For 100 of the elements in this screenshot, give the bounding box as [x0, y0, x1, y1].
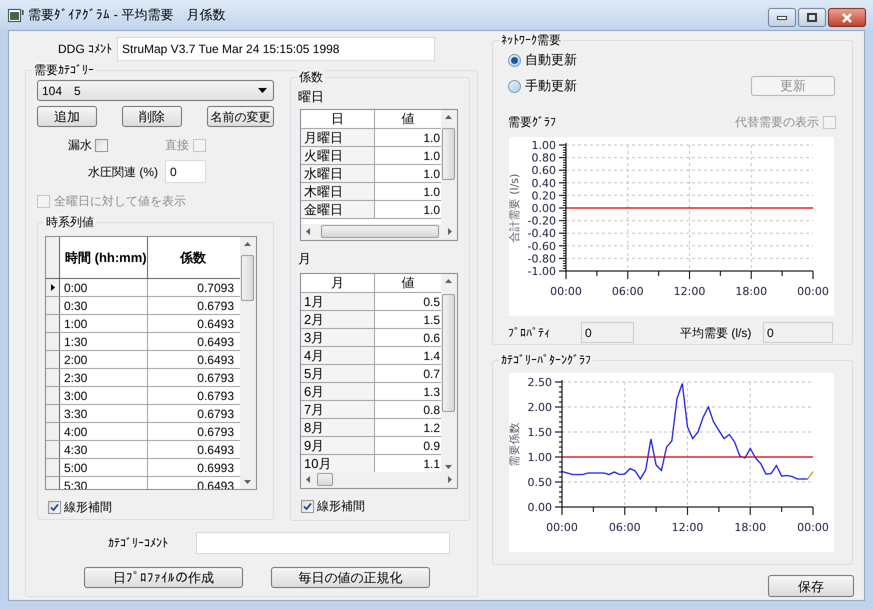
tick-label: 2.00 — [528, 401, 552, 414]
field-label: DDG ｺﾒﾝﾄ — [57, 41, 113, 58]
action-button[interactable]: 毎日の値の正規化 — [271, 567, 430, 588]
checkbox[interactable] — [48, 500, 61, 514]
table-cell: 1:00 — [60, 315, 148, 332]
radio-label: 手動更新 — [525, 77, 577, 96]
table-cell-text: 0.6493 — [196, 316, 235, 332]
section-label: 曜日 — [298, 90, 325, 104]
scroll-up-icon[interactable] — [445, 279, 452, 283]
table-cell: 3:00 — [60, 387, 148, 404]
table-cell-text: 1.3 — [422, 384, 441, 400]
table-cell-text: 0.7093 — [196, 280, 235, 296]
table-cell-text: 0.6793 — [196, 424, 235, 440]
tick-label: 0.00 — [532, 202, 556, 215]
scroll-up-icon[interactable] — [244, 242, 251, 246]
pressure-field[interactable]: 0 — [165, 160, 206, 183]
action-button[interactable]: 日ﾌﾟﾛﾌｧｲﾙの作成 — [84, 567, 243, 588]
scroll-left-icon[interactable] — [306, 476, 310, 483]
table-cell: 4:30 — [60, 441, 148, 458]
horizontal-scrollbar[interactable] — [301, 224, 457, 240]
table-cell: 5月 — [301, 365, 375, 382]
vertical-scrollbar[interactable] — [441, 274, 457, 472]
row-header[interactable] — [46, 279, 60, 296]
checkbox-label: 代替需要の表示 — [735, 115, 819, 129]
tick-label: 00:00 — [797, 285, 829, 298]
tick-label: 00:00 — [797, 521, 829, 534]
table-cell: 9月 — [301, 437, 375, 454]
scroll-left-icon[interactable] — [306, 228, 310, 235]
table-cell: 4月 — [301, 347, 375, 364]
table-cell-text: 1.0 — [422, 148, 441, 164]
table-cell: 5:00 — [60, 459, 148, 476]
checkbox[interactable] — [301, 500, 314, 512]
radio-button[interactable] — [508, 54, 521, 66]
scroll-up-icon[interactable] — [445, 115, 452, 119]
table-cell-text: 1.5 — [422, 312, 441, 328]
category-button[interactable]: 名前の変更 — [207, 106, 274, 127]
minimize-button[interactable] — [768, 8, 796, 27]
table-cell: 3月 — [301, 329, 375, 346]
category-comment-field[interactable] — [196, 532, 450, 554]
tick-label: -0.80 — [528, 252, 556, 266]
axis-title: 需要係数 — [509, 422, 521, 466]
category-button[interactable]: 削除 — [122, 106, 182, 127]
scroll-right-icon[interactable] — [448, 476, 452, 483]
table-cell-text: 0.6793 — [196, 406, 235, 422]
table-cell-text: 0.6793 — [196, 388, 235, 404]
column-header[interactable]: 係数 — [148, 237, 238, 278]
comment-field[interactable]: StruMap V3.7 Tue Mar 24 15:15:05 1998 — [117, 37, 435, 61]
horizontal-scrollbar[interactable] — [301, 472, 457, 488]
scroll-down-icon[interactable] — [445, 465, 452, 469]
radio-button[interactable] — [508, 80, 521, 92]
scroll-thumb[interactable] — [442, 128, 455, 180]
group-title: ﾈｯﾄﾜｰｸ需要 — [499, 33, 563, 47]
table-cell-text: 1.0 — [422, 130, 441, 146]
close-button[interactable] — [828, 8, 866, 27]
maximize-button[interactable] — [798, 8, 826, 27]
scroll-thumb[interactable] — [321, 225, 439, 238]
average-field[interactable]: 0 — [763, 322, 833, 343]
app-icon — [8, 8, 24, 22]
table-cell: 2:00 — [60, 351, 148, 368]
scroll-down-icon[interactable] — [244, 480, 251, 484]
dropdown[interactable]: 104 5 — [37, 80, 274, 101]
scroll-thumb[interactable] — [317, 473, 333, 486]
field-label: 平均需要 (l/s) — [680, 324, 752, 342]
tick-label: 0.50 — [528, 476, 552, 489]
category-button[interactable]: 追加 — [37, 106, 97, 127]
scroll-right-icon[interactable] — [448, 228, 452, 235]
table-cell: 月曜日 — [301, 129, 375, 146]
field-label: ﾌﾟﾛﾊﾟﾃｨ — [508, 324, 551, 342]
table-cell: 火曜日 — [301, 147, 375, 164]
column-header[interactable]: 日 — [301, 110, 375, 128]
table-cell-text: 0.7 — [422, 366, 441, 382]
column-header[interactable]: 時間 (hh:mm) — [60, 237, 148, 278]
scroll-thumb[interactable] — [241, 255, 254, 301]
property-field[interactable]: 0 — [581, 322, 634, 343]
tick-label: -0.40 — [528, 227, 556, 240]
table-cell: 4:00 — [60, 423, 148, 440]
tick-label: 1.00 — [528, 451, 552, 464]
table-cell-text: 1.1 — [422, 456, 441, 472]
tick-label: 1.00 — [532, 139, 556, 152]
checkbox-label: 直接 — [165, 138, 189, 152]
radio-label: 自動更新 — [525, 51, 577, 70]
table-cell-text: 1.0 — [422, 166, 441, 182]
tick-label: 00:00 — [550, 285, 582, 298]
table-cell: 木曜日 — [301, 183, 375, 200]
table-cell-text: 0.6793 — [196, 370, 235, 386]
column-header[interactable]: 値 — [375, 274, 441, 292]
tick-label: 12:00 — [672, 521, 704, 534]
checkbox[interactable] — [95, 138, 108, 152]
table-cell: 8月 — [301, 419, 375, 436]
tick-label: 00:00 — [546, 521, 578, 534]
save-button[interactable]: 保存 — [768, 575, 854, 597]
tick-label: -1.00 — [528, 265, 556, 278]
column-header[interactable]: 値 — [375, 110, 441, 128]
window-title: 需要ﾀﾞｲｱｸﾞﾗﾑ - 平均需要 月係数 — [28, 6, 226, 24]
table-cell: 水曜日 — [301, 165, 375, 182]
vertical-scrollbar[interactable] — [240, 237, 256, 489]
scroll-thumb[interactable] — [442, 294, 455, 412]
table-cell: 0:30 — [60, 297, 148, 314]
table-cell: 7月 — [301, 401, 375, 418]
column-header[interactable]: 月 — [301, 274, 375, 292]
